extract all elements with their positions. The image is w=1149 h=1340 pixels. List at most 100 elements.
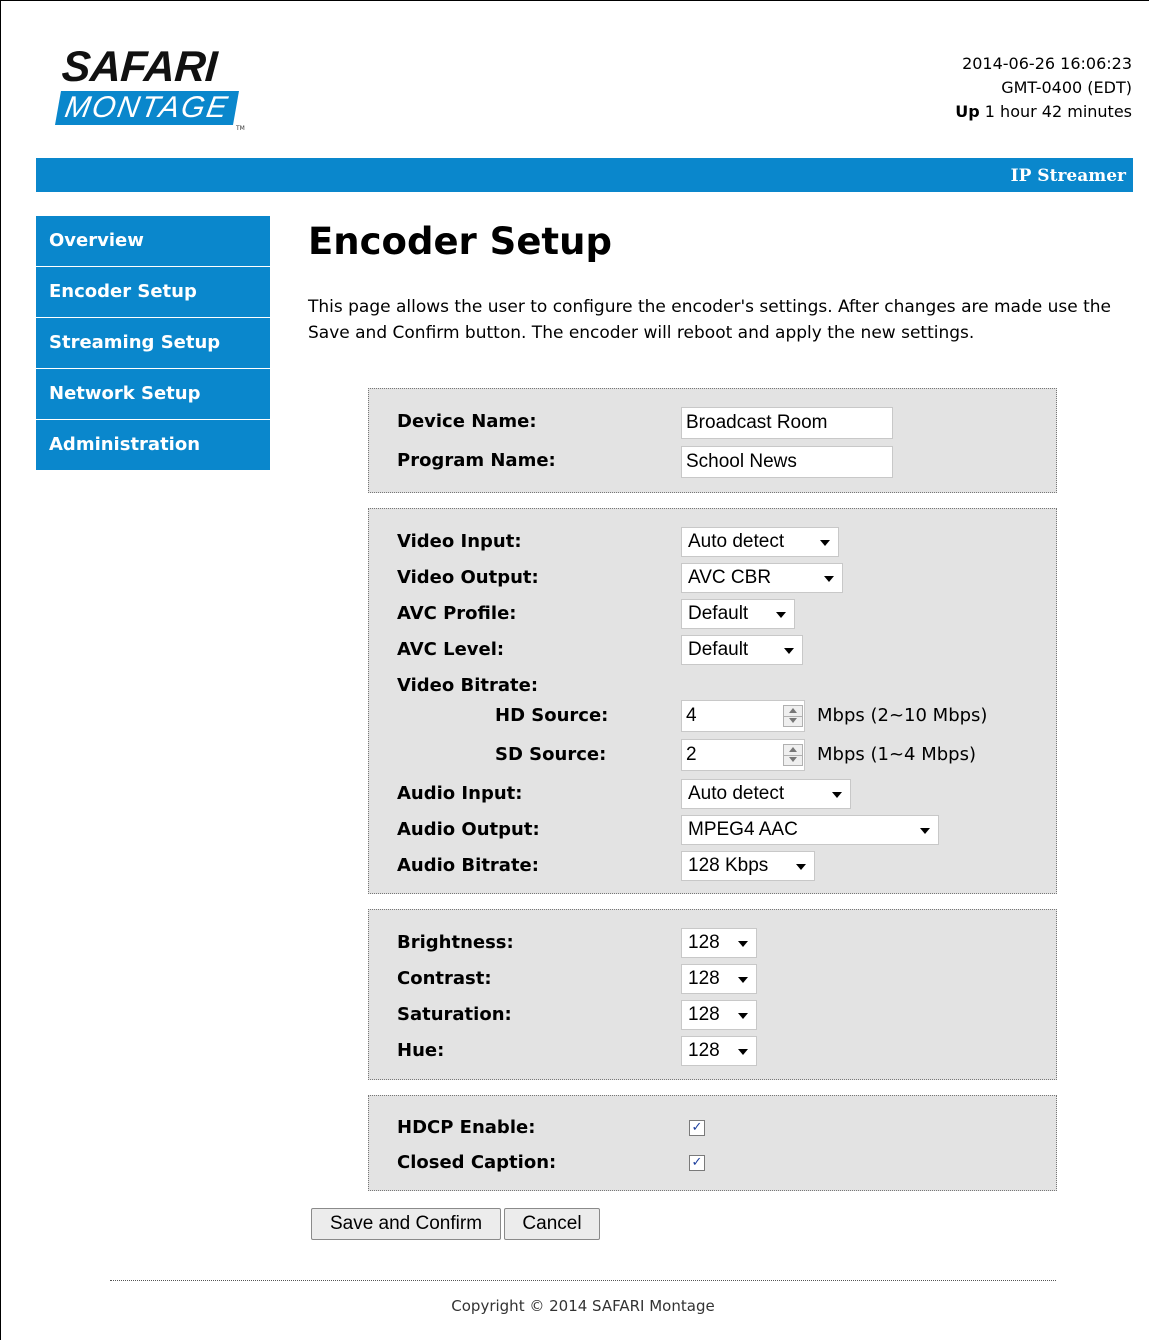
- sidebar-item-network-setup[interactable]: Network Setup: [36, 369, 270, 420]
- audio-output-row: Audio Output: MPEG4 AAC: [369, 815, 1056, 845]
- audio-bitrate-value: 128 Kbps: [688, 855, 769, 876]
- sd-source-value: 2: [686, 744, 697, 765]
- chevron-down-icon: [738, 941, 748, 947]
- contrast-row: Contrast: 128: [369, 964, 1056, 994]
- sd-source-unit: Mbps (1~4 Mbps): [817, 744, 976, 765]
- chevron-down-icon: [738, 1049, 748, 1055]
- stepper-arrows-icon[interactable]: [783, 705, 803, 727]
- image-adjust-panel: Brightness: 128 Contrast: 128 Saturation…: [368, 909, 1057, 1080]
- chevron-down-icon: [776, 612, 786, 618]
- page-description: This page allows the user to configure t…: [308, 297, 1111, 343]
- device-name-input[interactable]: Broadcast Room: [681, 407, 893, 439]
- sidebar-nav: Overview Encoder Setup Streaming Setup N…: [36, 216, 270, 471]
- hd-source-label: HD Source:: [495, 705, 609, 726]
- program-name-label: Program Name:: [397, 450, 556, 471]
- chevron-down-icon: [824, 576, 834, 582]
- avc-level-select[interactable]: Default: [681, 635, 803, 665]
- audio-bitrate-select[interactable]: 128 Kbps: [681, 851, 815, 881]
- video-output-label: Video Output:: [397, 567, 539, 588]
- video-input-select[interactable]: Auto detect: [681, 527, 839, 557]
- hdcp-row: HDCP Enable: ✓: [369, 1113, 1056, 1143]
- video-bitrate-row: Video Bitrate:: [369, 671, 1056, 701]
- avc-level-row: AVC Level: Default: [369, 635, 1056, 665]
- sd-source-stepper[interactable]: 2: [681, 739, 805, 771]
- avc-level-value: Default: [688, 639, 749, 660]
- status-uptime: Up 1 hour 42 minutes: [955, 100, 1132, 124]
- cancel-button[interactable]: Cancel: [504, 1208, 600, 1240]
- hd-source-value: 4: [686, 705, 697, 726]
- chevron-down-icon: [832, 792, 842, 798]
- uptime-label: Up: [955, 102, 980, 121]
- program-name-row: Program Name: School News: [369, 446, 1056, 478]
- saturation-row: Saturation: 128: [369, 1000, 1056, 1030]
- status-datetime: 2014-06-26 16:06:23: [962, 54, 1132, 73]
- program-name-input[interactable]: School News: [681, 446, 893, 478]
- logo-safari-text: SAFARI: [60, 43, 219, 91]
- hue-row: Hue: 128: [369, 1036, 1056, 1066]
- device-name-row: Device Name: Broadcast Room: [369, 407, 1056, 439]
- hd-source-unit: Mbps (2~10 Mbps): [817, 705, 988, 726]
- avc-profile-value: Default: [688, 603, 749, 624]
- hdcp-label: HDCP Enable:: [397, 1117, 536, 1138]
- logo-montage-text: MONTAGE: [55, 91, 239, 125]
- chevron-down-icon: [920, 828, 930, 834]
- logo-trademark: TM: [236, 125, 245, 132]
- saturation-label: Saturation:: [397, 1004, 512, 1025]
- brightness-select[interactable]: 128: [681, 928, 757, 958]
- contrast-select[interactable]: 128: [681, 964, 757, 994]
- audio-output-label: Audio Output:: [397, 819, 540, 840]
- audio-input-row: Audio Input: Auto detect: [369, 779, 1056, 809]
- sidebar-item-encoder-setup[interactable]: Encoder Setup: [36, 267, 270, 318]
- video-input-row: Video Input: Auto detect: [369, 527, 1056, 557]
- video-output-value: AVC CBR: [688, 567, 772, 588]
- saturation-select[interactable]: 128: [681, 1000, 757, 1030]
- chevron-down-icon: [796, 864, 806, 870]
- safari-montage-logo: SAFARI MONTAGE TM: [55, 43, 246, 132]
- audio-input-value: Auto detect: [688, 783, 785, 804]
- contrast-label: Contrast:: [397, 968, 492, 989]
- audio-input-select[interactable]: Auto detect: [681, 779, 851, 809]
- saturation-value: 128: [688, 1004, 720, 1025]
- sidebar-item-overview[interactable]: Overview: [36, 216, 270, 267]
- audio-input-label: Audio Input:: [397, 783, 523, 804]
- save-and-confirm-button[interactable]: Save and Confirm: [311, 1208, 501, 1240]
- copyright-text: Copyright © 2014 SAFARI Montage: [451, 1297, 715, 1315]
- video-input-value: Auto detect: [688, 531, 785, 552]
- closed-caption-checkbox[interactable]: ✓: [689, 1155, 705, 1171]
- chevron-down-icon: [738, 1013, 748, 1019]
- hdcp-checkbox[interactable]: ✓: [689, 1120, 705, 1136]
- avc-level-label: AVC Level:: [397, 639, 505, 660]
- uptime-value: 1 hour 42 minutes: [984, 102, 1132, 121]
- chevron-down-icon: [738, 977, 748, 983]
- options-panel: HDCP Enable: ✓ Closed Caption: ✓: [368, 1095, 1057, 1191]
- audio-bitrate-label: Audio Bitrate:: [397, 855, 539, 876]
- brightness-value: 128: [688, 932, 720, 953]
- sidebar-item-streaming-setup[interactable]: Streaming Setup: [36, 318, 270, 369]
- stepper-arrows-icon[interactable]: [783, 744, 803, 766]
- contrast-value: 128: [688, 968, 720, 989]
- audio-output-select[interactable]: MPEG4 AAC: [681, 815, 939, 845]
- audio-bitrate-row: Audio Bitrate: 128 Kbps: [369, 851, 1056, 881]
- footer-divider: [110, 1280, 1056, 1281]
- product-name: IP Streamer: [1010, 166, 1126, 186]
- hue-label: Hue:: [397, 1040, 445, 1061]
- brightness-label: Brightness:: [397, 932, 514, 953]
- device-panel: Device Name: Broadcast Room Program Name…: [368, 388, 1057, 493]
- video-bitrate-label: Video Bitrate:: [397, 675, 539, 696]
- hue-value: 128: [688, 1040, 720, 1061]
- status-timezone: GMT-0400 (EDT): [1001, 78, 1132, 97]
- device-name-label: Device Name:: [397, 411, 537, 432]
- page-title: Encoder Setup: [308, 220, 612, 263]
- hd-source-stepper[interactable]: 4: [681, 700, 805, 732]
- avc-profile-select[interactable]: Default: [681, 599, 795, 629]
- hd-source-row: HD Source: 4 Mbps (2~10 Mbps): [369, 700, 1056, 732]
- video-output-select[interactable]: AVC CBR: [681, 563, 843, 593]
- sidebar-item-administration[interactable]: Administration: [36, 420, 270, 471]
- audio-output-value: MPEG4 AAC: [688, 819, 798, 840]
- avc-profile-label: AVC Profile:: [397, 603, 517, 624]
- hue-select[interactable]: 128: [681, 1036, 757, 1066]
- chevron-down-icon: [784, 648, 794, 654]
- video-input-label: Video Input:: [397, 531, 522, 552]
- chevron-down-icon: [820, 540, 830, 546]
- brightness-row: Brightness: 128: [369, 928, 1056, 958]
